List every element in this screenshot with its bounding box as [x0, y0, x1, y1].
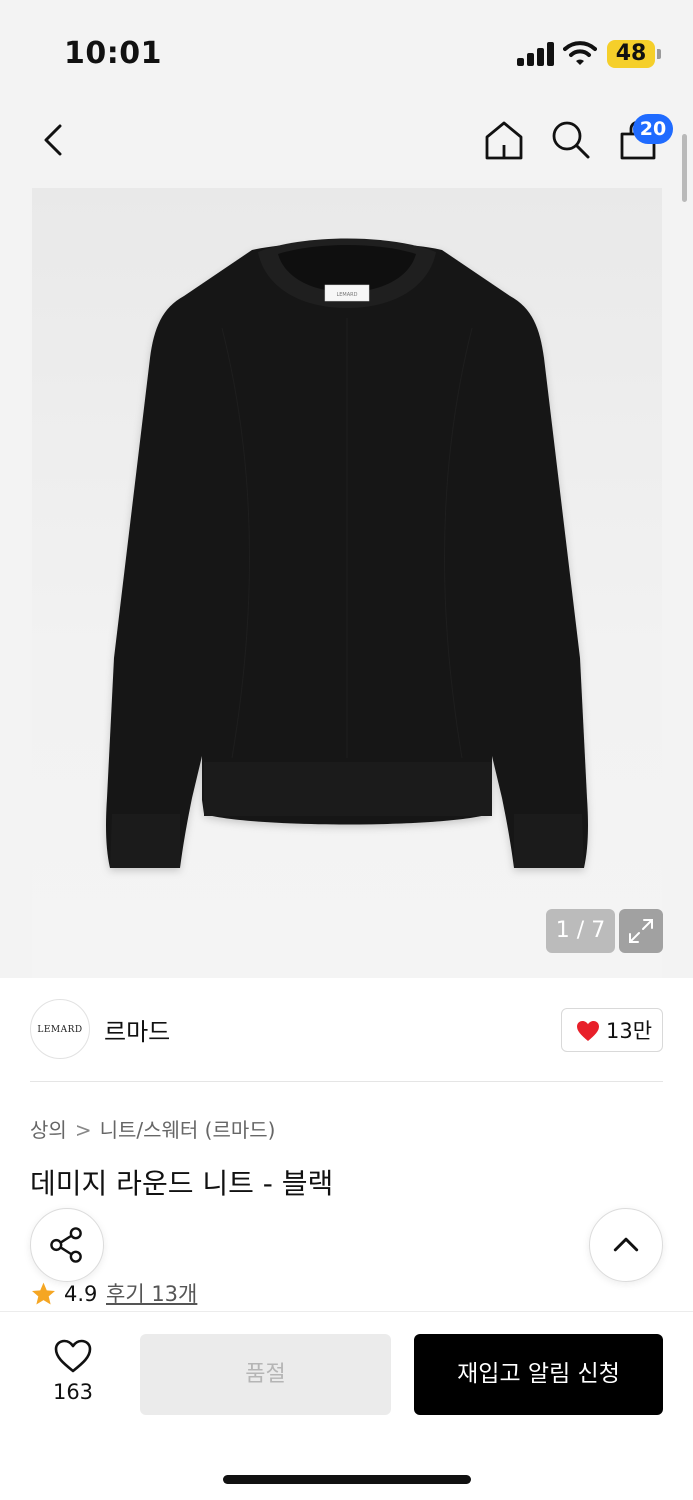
brand-name[interactable]: 르마드 — [104, 1012, 170, 1047]
scrollbar[interactable] — [682, 134, 687, 202]
heart-icon — [577, 1021, 599, 1041]
battery-icon: 48 — [607, 40, 655, 68]
brand-like-button[interactable]: 13만 — [561, 1008, 663, 1052]
rating-score: 4.9 — [64, 1282, 98, 1306]
brand-like-count: 13만 — [606, 1019, 653, 1043]
home-icon[interactable] — [482, 118, 526, 162]
product-image[interactable]: LEMARD — [32, 188, 662, 978]
search-icon[interactable] — [549, 118, 593, 162]
back-icon[interactable] — [34, 118, 74, 162]
cart-count-badge: 20 — [633, 114, 673, 144]
expand-icon[interactable] — [619, 909, 663, 953]
scroll-to-top-button[interactable] — [589, 1208, 663, 1282]
restock-alert-button[interactable]: 재입고 알림 신청 — [414, 1334, 663, 1415]
soldout-button[interactable]: 품절 — [140, 1334, 391, 1415]
home-indicator — [223, 1475, 471, 1484]
signal-icon — [517, 42, 555, 66]
share-icon — [50, 1227, 82, 1263]
breadcrumb-subcategory[interactable]: 니트/스웨터 (르마드) — [100, 1118, 276, 1142]
brand-logo[interactable]: LEMARD — [30, 999, 90, 1059]
battery-cap — [657, 49, 661, 59]
battery-level: 48 — [615, 41, 647, 66]
chevron-up-icon — [613, 1237, 639, 1252]
status-bar: 10:01 48 — [0, 0, 693, 100]
wishlist-count: 163 — [52, 1380, 94, 1404]
wishlist-heart-icon[interactable] — [53, 1338, 93, 1374]
status-time: 10:01 — [64, 36, 162, 71]
star-icon — [32, 1282, 55, 1305]
product-title: 데미지 라운드 니트 - 블랙 — [30, 1167, 334, 1200]
chevron-right-icon: > — [74, 1118, 92, 1142]
divider — [30, 1081, 663, 1082]
share-button[interactable] — [30, 1208, 104, 1282]
breadcrumb-category[interactable]: 상의 — [30, 1118, 67, 1142]
sweater-label-text: LEMARD — [336, 292, 357, 298]
breadcrumb: 상의 > 니트/스웨터 (르마드) — [30, 1114, 275, 1143]
image-counter: 1 / 7 — [546, 909, 615, 953]
review-count-link[interactable]: 후기 13개 — [106, 1280, 197, 1308]
sweater-image: LEMARD — [106, 238, 588, 868]
wifi-icon — [563, 41, 597, 65]
